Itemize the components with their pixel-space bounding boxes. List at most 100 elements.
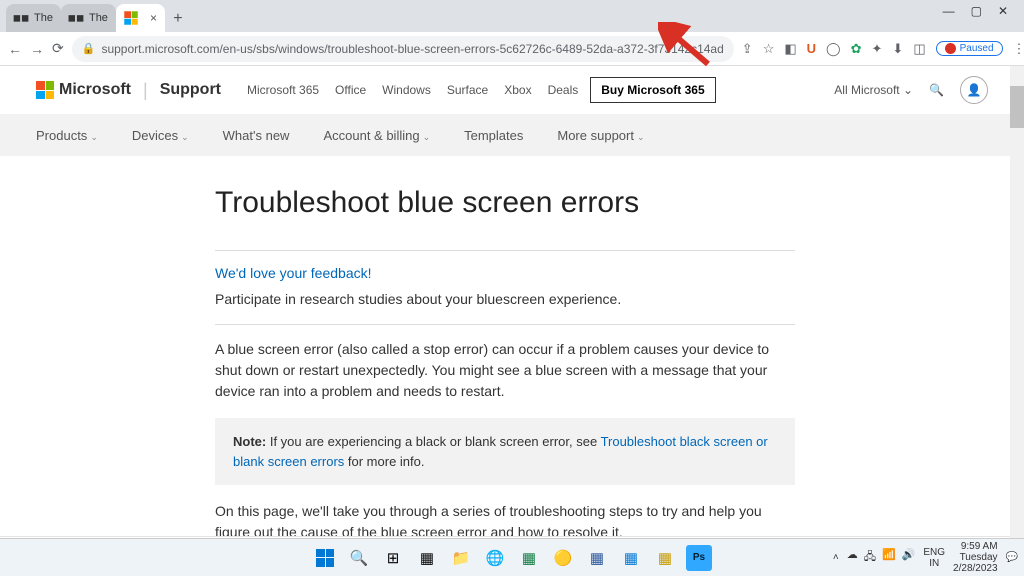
window-controls: — ▢ ✕ bbox=[943, 0, 1018, 18]
widgets-button[interactable]: ▦ bbox=[414, 545, 440, 571]
lock-icon: 🔒 bbox=[82, 42, 96, 55]
ext-icon-settings[interactable]: ✿ bbox=[851, 41, 862, 57]
profile-dot-icon bbox=[945, 43, 956, 54]
windows-taskbar: 🔍 ⊞ ▦ 📁 🌐 ▦ 🟡 ▦ ▦ ▦ Ps ˄ ☁ 🖧 📶 🔊 ENG IN … bbox=[0, 538, 1024, 576]
buy-m365-button[interactable]: Buy Microsoft 365 bbox=[590, 77, 715, 103]
tab-2[interactable]: ◼◼ The bbox=[61, 4, 116, 32]
nav-surface[interactable]: Surface bbox=[447, 83, 488, 97]
subnav-products[interactable]: Products⌄ bbox=[36, 128, 98, 143]
feedback-description: Participate in research studies about yo… bbox=[215, 289, 795, 310]
forward-button[interactable]: → bbox=[30, 41, 44, 57]
tab-title: The bbox=[89, 12, 108, 24]
search-button[interactable]: 🔍 bbox=[346, 545, 372, 571]
feedback-link[interactable]: We'd love your feedback! bbox=[215, 265, 795, 281]
ext-icon-u[interactable]: U bbox=[807, 41, 816, 56]
nav-deals[interactable]: Deals bbox=[548, 83, 579, 97]
language-indicator[interactable]: ENG IN bbox=[923, 547, 945, 569]
wifi-icon[interactable]: 📶 bbox=[882, 548, 896, 567]
chevron-down-icon: ⌄ bbox=[637, 132, 645, 142]
explorer-icon[interactable]: 📁 bbox=[448, 545, 474, 571]
outlook-icon[interactable]: ▦ bbox=[618, 545, 644, 571]
page-content: Microsoft | Support Microsoft 365 Office… bbox=[0, 66, 1024, 576]
date-text: 2/28/2023 bbox=[953, 563, 998, 574]
paused-label: Paused bbox=[960, 43, 994, 54]
ext-icon-1[interactable]: ◧ bbox=[784, 41, 796, 57]
browser-toolbar: ← → ⟳ 🔒 support.microsoft.com/en-us/sbs/… bbox=[0, 32, 1024, 66]
favicon-medium-icon: ◼◼ bbox=[14, 11, 28, 25]
minimize-button[interactable]: — bbox=[943, 4, 955, 18]
network-icon[interactable]: 🖧 bbox=[864, 548, 876, 567]
address-bar[interactable]: 🔒 support.microsoft.com/en-us/sbs/window… bbox=[72, 36, 734, 62]
onedrive-icon[interactable]: ☁ bbox=[847, 548, 858, 567]
time-text: 9:59 AM bbox=[953, 541, 998, 552]
word-icon[interactable]: ▦ bbox=[584, 545, 610, 571]
divider: | bbox=[143, 80, 148, 101]
chevron-down-icon: ⌄ bbox=[903, 83, 913, 97]
tab-3-active[interactable]: × bbox=[116, 4, 165, 32]
favicon-ms-icon bbox=[124, 11, 138, 25]
subnav-templates[interactable]: Templates bbox=[464, 128, 523, 143]
paragraph-1: A blue screen error (also called a stop … bbox=[215, 339, 795, 402]
download-icon[interactable]: ⬇ bbox=[892, 41, 903, 57]
chevron-down-icon: ⌄ bbox=[423, 132, 431, 142]
vertical-scrollbar[interactable] bbox=[1010, 66, 1024, 576]
header-nav: Microsoft 365 Office Windows Surface Xbo… bbox=[247, 83, 578, 97]
subnav-devices[interactable]: Devices⌄ bbox=[132, 128, 189, 143]
nav-windows[interactable]: Windows bbox=[382, 83, 431, 97]
divider bbox=[215, 250, 795, 251]
clock[interactable]: 9:59 AM Tuesday 2/28/2023 bbox=[953, 541, 998, 574]
share-icon[interactable]: ⇪ bbox=[742, 41, 753, 57]
ext-icon-shield[interactable]: ◯ bbox=[826, 41, 841, 57]
support-link[interactable]: Support bbox=[160, 81, 221, 99]
tab-title: The bbox=[34, 12, 53, 24]
note-box: Note: If you are experiencing a black or… bbox=[215, 418, 795, 485]
app-icon[interactable]: ▦ bbox=[652, 545, 678, 571]
page-title: Troubleshoot blue screen errors bbox=[215, 186, 795, 220]
chrome-icon[interactable]: 🟡 bbox=[550, 545, 576, 571]
extensions-icon[interactable]: ✦ bbox=[872, 41, 883, 57]
subnav-whatsnew[interactable]: What's new bbox=[223, 128, 290, 143]
ms-header: Microsoft | Support Microsoft 365 Office… bbox=[0, 66, 1024, 114]
search-icon[interactable]: 🔍 bbox=[929, 83, 944, 97]
note-text-a: If you are experiencing a black or blank… bbox=[266, 434, 600, 449]
sidebar-icon[interactable]: ◫ bbox=[913, 41, 925, 57]
brand-text: Microsoft bbox=[59, 81, 131, 99]
note-label: Note: bbox=[233, 434, 266, 449]
maximize-button[interactable]: ▢ bbox=[971, 4, 982, 18]
article-body: Troubleshoot blue screen errors We'd lov… bbox=[215, 156, 795, 543]
url-text: support.microsoft.com/en-us/sbs/windows/… bbox=[101, 42, 723, 56]
photoshop-icon[interactable]: Ps bbox=[686, 545, 712, 571]
edge-icon[interactable]: 🌐 bbox=[482, 545, 508, 571]
subnav-more[interactable]: More support⌄ bbox=[557, 128, 644, 143]
favicon-medium-icon: ◼◼ bbox=[69, 11, 83, 25]
notifications-icon[interactable]: 💬 bbox=[1006, 552, 1018, 563]
subnav-account[interactable]: Account & billing⌄ bbox=[323, 128, 430, 143]
close-window-button[interactable]: ✕ bbox=[998, 4, 1008, 18]
note-text-b: for more info. bbox=[344, 454, 424, 469]
nav-m365[interactable]: Microsoft 365 bbox=[247, 83, 319, 97]
nav-xbox[interactable]: Xbox bbox=[504, 83, 531, 97]
bookmark-icon[interactable]: ☆ bbox=[763, 41, 775, 57]
scrollbar-thumb[interactable] bbox=[1010, 86, 1024, 128]
microsoft-logo[interactable]: Microsoft bbox=[36, 81, 131, 99]
excel-icon[interactable]: ▦ bbox=[516, 545, 542, 571]
profile-paused-button[interactable]: Paused bbox=[936, 41, 1003, 56]
chevron-down-icon: ⌄ bbox=[181, 132, 189, 142]
tray-chevron-icon[interactable]: ˄ bbox=[833, 552, 839, 563]
all-microsoft-dropdown[interactable]: All Microsoft ⌄ bbox=[834, 83, 913, 97]
new-tab-button[interactable]: + bbox=[165, 6, 191, 32]
account-avatar[interactable]: 👤 bbox=[960, 76, 988, 104]
close-tab-icon[interactable]: × bbox=[150, 11, 157, 25]
day-text: Tuesday bbox=[953, 552, 998, 563]
reload-button[interactable]: ⟳ bbox=[52, 40, 64, 57]
task-view-button[interactable]: ⊞ bbox=[380, 545, 406, 571]
volume-icon[interactable]: 🔊 bbox=[902, 548, 916, 567]
menu-icon[interactable]: ⋮ bbox=[1013, 41, 1024, 57]
tab-1[interactable]: ◼◼ The bbox=[6, 4, 61, 32]
chevron-down-icon: ⌄ bbox=[90, 132, 98, 142]
start-button[interactable] bbox=[312, 545, 338, 571]
ms-squares-icon bbox=[36, 81, 54, 99]
tab-strip: ◼◼ The ◼◼ The × + — ▢ ✕ bbox=[0, 0, 1024, 32]
nav-office[interactable]: Office bbox=[335, 83, 366, 97]
back-button[interactable]: ← bbox=[8, 41, 22, 57]
